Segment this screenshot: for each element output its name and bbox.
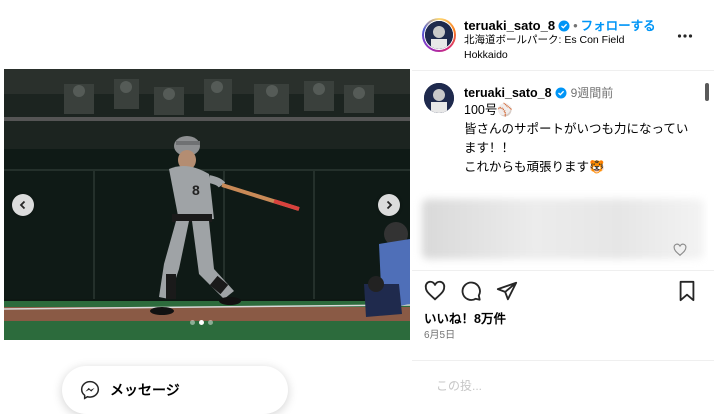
post-header: teruaki_sato_8 • フォローする 北海道ボールパーク: Es Con …	[412, 0, 714, 71]
heart-icon[interactable]	[424, 280, 446, 302]
comments-scrollbar[interactable]	[705, 81, 710, 264]
like-count[interactable]: いいね！8万件	[424, 308, 506, 327]
follow-button[interactable]: フォローする	[581, 19, 656, 33]
chevron-left-icon	[19, 200, 26, 210]
comment-icon[interactable]	[460, 280, 482, 302]
carousel-prev-button[interactable]	[12, 194, 34, 216]
comment-input[interactable]: この投...	[436, 377, 482, 394]
bookmark-icon[interactable]	[676, 280, 698, 302]
send-icon[interactable]	[496, 280, 518, 302]
carousel-dot	[190, 320, 195, 325]
separator-dot: •	[573, 18, 578, 33]
carousel-dot-active	[199, 320, 204, 325]
instagram-post-modal: 8 teruaki_sato_8 • フォローする 北海道ボールパーク: Es …	[0, 0, 714, 414]
blurred-comment	[422, 199, 704, 259]
story-avatar[interactable]	[422, 18, 456, 52]
more-horizontal-icon[interactable]	[677, 28, 693, 44]
carousel-indicator	[190, 320, 213, 325]
chevron-right-icon	[386, 200, 393, 210]
caption-time: 9週間前	[570, 86, 614, 100]
verified-badge-icon	[558, 20, 570, 32]
message-button[interactable]: メッセージ	[62, 366, 288, 414]
caption-avatar[interactable]	[424, 83, 454, 113]
comments-area: teruaki_sato_8 9週間前 100号⚾ 皆さんのサポートがいつも力にな…	[412, 71, 708, 268]
carousel-next-button[interactable]	[378, 194, 400, 216]
media-area: 8	[0, 0, 412, 409]
caption-username[interactable]: teruaki_sato_8	[464, 86, 552, 100]
svg-text:8: 8	[192, 182, 200, 198]
caption-user-line: teruaki_sato_8 9週間前	[464, 84, 613, 101]
carousel-dot	[208, 320, 213, 325]
post-side-panel: teruaki_sato_8 • フォローする 北海道ボールパーク: Es Con …	[412, 0, 714, 409]
username-link[interactable]: teruaki_sato_8	[464, 18, 555, 33]
messenger-icon	[80, 380, 100, 400]
message-button-label: メッセージ	[110, 382, 180, 398]
location-link[interactable]: 北海道ボールパーク: Es Con Field Hokkaido	[464, 33, 644, 63]
post-photo[interactable]: 8	[4, 69, 410, 340]
caption-text: 100号⚾ 皆さんのサポートがいつも力になっています！！ これからも頑張ります🐯	[464, 103, 689, 174]
action-bar	[412, 270, 714, 307]
comment-like-heart-icon[interactable]	[673, 243, 687, 257]
post-date[interactable]: 6月5日	[424, 326, 455, 341]
add-comment-bar: この投...	[412, 360, 714, 410]
scrollbar-thumb[interactable]	[705, 83, 709, 101]
verified-badge-icon	[555, 87, 567, 99]
header-user-line: teruaki_sato_8 • フォローする	[464, 15, 656, 34]
